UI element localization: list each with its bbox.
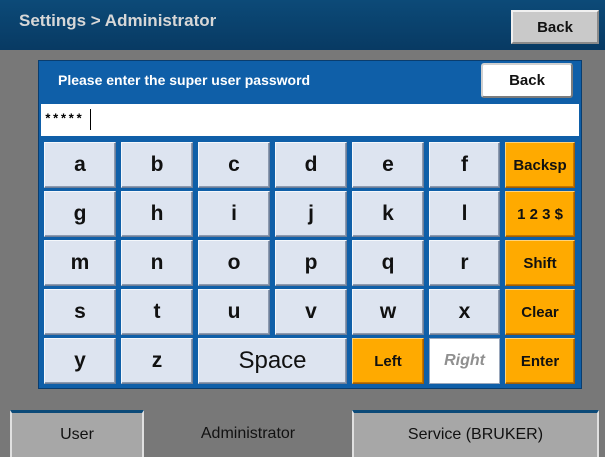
key-c[interactable]: c	[198, 142, 270, 188]
key-g[interactable]: g	[44, 191, 116, 237]
key-q[interactable]: q	[352, 240, 424, 286]
key-t[interactable]: t	[121, 289, 193, 335]
key-y[interactable]: y	[44, 338, 116, 384]
right-arrow-key: Right	[429, 338, 500, 384]
enter-key[interactable]: Enter	[505, 338, 575, 384]
space-key[interactable]: Space	[198, 338, 347, 384]
password-value: *****	[44, 112, 84, 127]
tab-user[interactable]: User	[10, 410, 144, 457]
key-h[interactable]: h	[121, 191, 193, 237]
key-f[interactable]: f	[429, 142, 500, 188]
page-title: Settings > Administrator	[19, 11, 217, 30]
key-e[interactable]: e	[352, 142, 424, 188]
key-k[interactable]: k	[352, 191, 424, 237]
clear-key[interactable]: Clear	[505, 289, 575, 335]
key-w[interactable]: w	[352, 289, 424, 335]
dialog-back-button[interactable]: Back	[481, 63, 573, 98]
key-n[interactable]: n	[121, 240, 193, 286]
password-field[interactable]: *****	[41, 104, 579, 136]
key-u[interactable]: u	[198, 289, 270, 335]
key-a[interactable]: a	[44, 142, 116, 188]
key-p[interactable]: p	[275, 240, 347, 286]
key-x[interactable]: x	[429, 289, 500, 335]
text-cursor	[90, 109, 91, 130]
back-button[interactable]: Back	[511, 10, 599, 44]
left-arrow-key[interactable]: Left	[352, 338, 424, 384]
key-l[interactable]: l	[429, 191, 500, 237]
key-d[interactable]: d	[275, 142, 347, 188]
key-m[interactable]: m	[44, 240, 116, 286]
key-o[interactable]: o	[198, 240, 270, 286]
backspace-key[interactable]: Backsp	[505, 142, 575, 188]
key-j[interactable]: j	[275, 191, 347, 237]
key-z[interactable]: z	[121, 338, 193, 384]
password-dialog: Please enter the super user password Bac…	[38, 60, 582, 389]
header-bar: Settings > Administrator Back	[0, 0, 605, 50]
numbers-symbols-key[interactable]: 1 2 3 $	[505, 191, 575, 237]
password-prompt: Please enter the super user password	[58, 72, 311, 88]
key-b[interactable]: b	[121, 142, 193, 188]
tab-service[interactable]: Service (BRUKER)	[352, 410, 599, 457]
key-s[interactable]: s	[44, 289, 116, 335]
key-i[interactable]: i	[198, 191, 270, 237]
shift-key[interactable]: Shift	[505, 240, 575, 286]
key-v[interactable]: v	[275, 289, 347, 335]
tab-administrator[interactable]: Administrator	[150, 410, 346, 457]
key-r[interactable]: r	[429, 240, 500, 286]
